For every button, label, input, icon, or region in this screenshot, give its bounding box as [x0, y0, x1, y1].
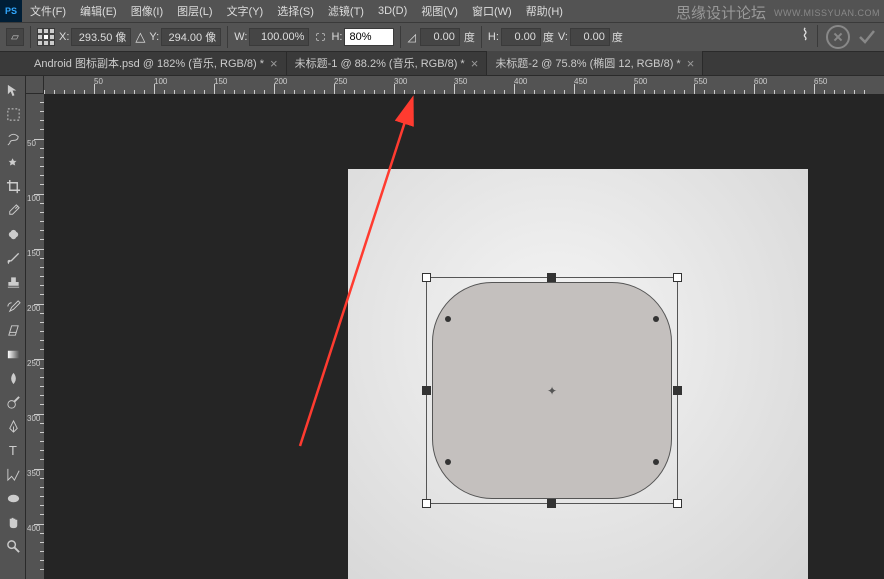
- delta-icon[interactable]: △: [135, 29, 145, 45]
- heal-tool-icon[interactable]: [1, 223, 25, 245]
- marquee-tool-icon[interactable]: [1, 103, 25, 125]
- type-tool-icon[interactable]: T: [1, 439, 25, 461]
- skewh-unit: 度: [543, 29, 554, 45]
- menu-layer[interactable]: 图层(L): [171, 1, 218, 21]
- eyedropper-tool-icon[interactable]: [1, 199, 25, 221]
- tab-2[interactable]: 未标题-1 @ 88.2% (音乐, RGB/8) * ×: [287, 51, 488, 75]
- transform-handle-tc[interactable]: [547, 273, 556, 282]
- anchor-point[interactable]: [445, 316, 451, 322]
- canvas-area[interactable]: 50100150200250300350400450500550600650 5…: [26, 76, 884, 579]
- angle-icon: ◿: [407, 31, 415, 44]
- app-logo: PS: [0, 0, 22, 22]
- ruler-vertical[interactable]: 50100150200250300350400450: [26, 94, 44, 579]
- angle-input[interactable]: [420, 28, 460, 46]
- y-input[interactable]: [161, 28, 221, 46]
- pen-tool-icon[interactable]: [1, 415, 25, 437]
- menu-edit[interactable]: 编辑(E): [74, 1, 123, 21]
- ruler-horizontal[interactable]: 50100150200250300350400450500550600650: [44, 76, 884, 94]
- options-bar: ▱ X: △ Y: W: H: ◿ 度 H: 度 V: 度 ⌇: [0, 22, 884, 52]
- tab-1[interactable]: Android 图标副本.psd @ 182% (音乐, RGB/8) * ×: [26, 51, 287, 75]
- transform-handle-ml[interactable]: [422, 386, 431, 395]
- w-input[interactable]: [249, 28, 309, 46]
- zoom-tool-icon[interactable]: [1, 535, 25, 557]
- brush-tool-icon[interactable]: [1, 247, 25, 269]
- watermark: 思缘设计论坛 WWW.MISSYUAN.COM: [676, 2, 880, 23]
- menu-type[interactable]: 文字(Y): [221, 1, 270, 21]
- transform-handle-tl[interactable]: [422, 273, 431, 282]
- tab-label: Android 图标副本.psd @ 182% (音乐, RGB/8) *: [34, 55, 264, 71]
- hand-tool-icon[interactable]: [1, 511, 25, 533]
- move-tool-icon[interactable]: [1, 79, 25, 101]
- warp-icon[interactable]: ⌇: [801, 25, 809, 49]
- anchor-point[interactable]: [653, 316, 659, 322]
- h-label: H:: [331, 31, 342, 43]
- skewh-input[interactable]: [501, 28, 541, 46]
- menu-window[interactable]: 窗口(W): [466, 1, 518, 21]
- document-tabs: Android 图标副本.psd @ 182% (音乐, RGB/8) * × …: [0, 52, 884, 76]
- anchor-point[interactable]: [653, 459, 659, 465]
- link-wh-icon[interactable]: [313, 30, 327, 44]
- skewv-label: V:: [558, 31, 568, 43]
- skewv-input[interactable]: [570, 28, 610, 46]
- close-icon[interactable]: ×: [687, 56, 695, 71]
- transform-handle-mr[interactable]: [673, 386, 682, 395]
- gradient-tool-icon[interactable]: [1, 343, 25, 365]
- transform-handle-tr[interactable]: [673, 273, 682, 282]
- close-icon[interactable]: ×: [270, 56, 278, 71]
- tab-label: 未标题-1 @ 88.2% (音乐, RGB/8) *: [295, 55, 465, 71]
- skewh-label: H:: [488, 31, 499, 43]
- menu-select[interactable]: 选择(S): [271, 1, 320, 21]
- wand-tool-icon[interactable]: [1, 151, 25, 173]
- menu-filter[interactable]: 滤镜(T): [322, 1, 370, 21]
- skewv-unit: 度: [612, 29, 623, 45]
- reference-point-icon[interactable]: [37, 28, 55, 46]
- watermark-url: WWW.MISSYUAN.COM: [774, 8, 880, 18]
- path-tool-icon[interactable]: [1, 463, 25, 485]
- transform-bounding-box[interactable]: ✦: [426, 277, 678, 504]
- menu-3d[interactable]: 3D(D): [372, 3, 413, 19]
- tools-panel: T: [0, 76, 26, 579]
- x-input[interactable]: [71, 28, 131, 46]
- svg-text:T: T: [8, 443, 16, 458]
- menu-help[interactable]: 帮助(H): [520, 1, 569, 21]
- close-icon[interactable]: ×: [471, 56, 479, 71]
- blur-tool-icon[interactable]: [1, 367, 25, 389]
- dodge-tool-icon[interactable]: [1, 391, 25, 413]
- watermark-text: 思缘设计论坛: [676, 2, 766, 23]
- crop-tool-icon[interactable]: [1, 175, 25, 197]
- lasso-tool-icon[interactable]: [1, 127, 25, 149]
- tab-label: 未标题-2 @ 75.8% (椭圆 12, RGB/8) *: [495, 55, 680, 71]
- angle-unit: 度: [464, 29, 475, 45]
- eraser-tool-icon[interactable]: [1, 319, 25, 341]
- anchor-point[interactable]: [445, 459, 451, 465]
- y-label: Y:: [149, 31, 159, 43]
- ruler-origin[interactable]: [26, 76, 44, 94]
- menu-view[interactable]: 视图(V): [415, 1, 464, 21]
- shape-tool-icon[interactable]: [1, 487, 25, 509]
- confirm-button[interactable]: [856, 25, 878, 49]
- menu-file[interactable]: 文件(F): [24, 1, 72, 21]
- tab-3[interactable]: 未标题-2 @ 75.8% (椭圆 12, RGB/8) * ×: [487, 51, 703, 75]
- transform-handle-br[interactable]: [673, 499, 682, 508]
- transform-tool-icon[interactable]: ▱: [6, 28, 24, 46]
- history-brush-icon[interactable]: [1, 295, 25, 317]
- cancel-button[interactable]: [826, 25, 850, 49]
- center-icon: ✦: [547, 384, 557, 398]
- x-label: X:: [59, 31, 69, 43]
- artboard: ✦: [348, 169, 808, 579]
- h-input[interactable]: [344, 28, 394, 46]
- w-label: W:: [234, 31, 247, 43]
- menu-image[interactable]: 图像(I): [125, 1, 169, 21]
- transform-handle-bl[interactable]: [422, 499, 431, 508]
- stamp-tool-icon[interactable]: [1, 271, 25, 293]
- transform-handle-bc[interactable]: [547, 499, 556, 508]
